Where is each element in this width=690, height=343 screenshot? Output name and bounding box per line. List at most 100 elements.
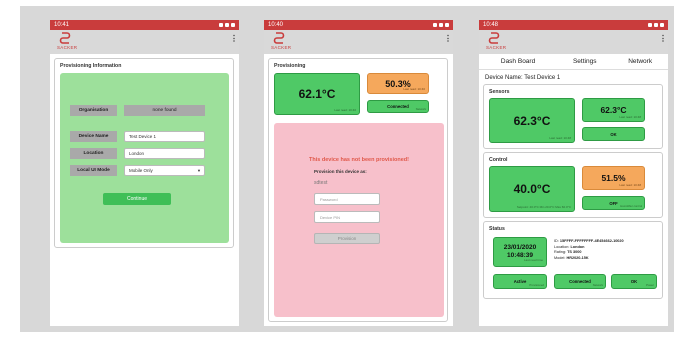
info-id-label: ID: [554,239,559,243]
power-ok-sub: Power [646,283,654,287]
signal-icon [439,23,443,27]
sensors-card: Sensors 62.3°C Last read: 10:48 62.3°C L… [483,84,663,149]
sensors-title: Sensors [489,89,510,95]
logo-icon [59,32,71,44]
ui-mode-label: Local UI Mode [70,165,117,176]
continue-button[interactable]: Continue [103,193,171,205]
device-pin-input[interactable]: Device PIN [314,211,380,223]
brand-logo: SACKER [484,31,506,53]
overflow-menu-icon[interactable]: ⋮ [444,35,452,43]
location-input[interactable]: London [124,148,205,159]
device-name-heading: Device Name: Test Device 1 [485,75,561,81]
control-card: Control 40.0°C Setpoint: 40.0°C Min 20.0… [483,152,663,218]
info-model-label: Model: [554,255,566,260]
brand-logo: SACKER [55,31,77,53]
connected-status: Connected Network [367,100,429,113]
humidity-tile: 50.3% Last read: 10:40 [367,73,429,94]
brand-name: SACKER [486,45,507,50]
control-percent-value: 51.5% [601,173,626,183]
sensor-temperature-sub: Last read: 10:48 [549,136,571,140]
humidity-sub: Last read: 10:40 [403,87,425,91]
sensor-temperature-value: 62.3°C [513,113,551,128]
signal-icon [225,23,229,27]
off-label: OFF [609,200,618,206]
location-label: Location [70,148,117,159]
ui-mode-selected-value: Mobile Only [129,168,153,173]
datetime-sub: Last read time [523,258,543,262]
app-bar: SACKER ⋮ [50,30,239,54]
provision-button[interactable]: Provision [314,233,380,244]
status-bar: 10:48 [479,20,668,30]
tab-network[interactable]: Network [628,58,652,65]
info-location-label: Location: [554,244,570,249]
overflow-menu-icon[interactable]: ⋮ [659,35,667,43]
info-rating-value: TS 3000 [567,250,582,254]
username-value: sdtest [314,180,328,186]
brand-logo: SACKER [269,31,291,53]
app-bar: SACKER ⋮ [479,30,668,54]
signal-icon [654,23,658,27]
phone-screen-provisioning: 10:40 SACKER ⋮ Provisioning 62.1°C Last … [264,20,453,326]
status-bar: 10:40 [264,20,453,30]
active-label: Active [513,279,527,284]
status-bar: 10:41 [50,20,239,30]
overflow-menu-icon[interactable]: ⋮ [230,35,238,43]
temperature-sub: Last read: 10:40 [334,108,356,112]
tab-dashboard[interactable]: Dash Board [495,58,541,65]
phone-screen-dashboard: 10:48 SACKER ⋮ Dash Board Settings Netwo… [479,20,668,326]
connected-sub: Network [592,283,603,287]
device-name-label: Device Name [70,131,117,142]
wifi-icon [648,23,652,27]
battery-icon [231,23,235,27]
phone-screen-provisioning-info: 10:41 SACKER ⋮ Provisioning Information … [50,20,239,326]
datetime-tile: 23/01/2020 10:48:39 Last read time [493,237,547,267]
control-off-toggle[interactable]: OFF Humidifier control [582,196,645,210]
password-input[interactable]: Password [314,193,380,205]
sensor-ok-status: OK [582,127,645,141]
ui-mode-select[interactable]: Mobile Only ▼ [124,165,205,176]
provisioning-form-panel: Organisation none found Device Name Test… [60,73,229,243]
provision-as-label: Provision this device as: [314,169,367,174]
control-percent-sub: Last read: 10:48 [619,183,641,187]
control-temperature-value: 40.0°C [513,182,551,196]
connected-label: Connected [387,104,409,109]
off-sub: Humidifier control [620,204,642,208]
status-time: 10:41 [54,22,70,28]
status-icons [433,23,449,27]
status-icons [648,23,664,27]
power-ok-status: OK Power [611,274,657,289]
provisioning-card: Provisioning 62.1°C Last read: 10:40 50.… [268,58,448,322]
info-model-row: Model: HR2020-15K [554,256,624,262]
status-card: Status 23/01/2020 10:48:39 Last read tim… [483,221,663,299]
connected-sub: Network [415,107,426,111]
screenshot-background: 10:41 SACKER ⋮ Provisioning Information … [20,6,674,332]
brand-name: SACKER [57,45,78,50]
status-title: Status [489,226,505,232]
logo-icon [273,32,285,44]
battery-icon [445,23,449,27]
control-percent-tile: 51.5% Last read: 10:48 [582,166,645,190]
organisation-value: none found [124,105,205,116]
active-sub: Provisioned [529,283,544,287]
chevron-down-icon: ▼ [197,168,201,173]
info-location-value: London [570,244,585,249]
brand-name: SACKER [271,45,292,50]
active-status: Active Provisioned [493,274,547,289]
sensor-small-tile: 62.3°C Last read: 10:48 [582,98,645,122]
control-title: Control [489,157,508,163]
card-title: Provisioning [274,63,306,69]
control-temperature-sub: Setpoint: 40.0°C Min 20.0°C Max 60.0°C [516,205,571,209]
dashboard-tabs: Dash Board Settings Network [479,54,668,70]
connected-label: Connected [569,279,591,284]
wifi-icon [219,23,223,27]
device-name-input[interactable]: Test Device 1 [124,131,205,142]
info-rating-label: Rating: [554,250,567,254]
info-id-value: 15FFFF-FFFFFFFF-4E454662-10020 [559,239,624,243]
tab-settings[interactable]: Settings [573,58,597,65]
power-ok-label: OK [630,279,638,284]
control-temperature-tile: 40.0°C Setpoint: 40.0°C Min 20.0°C Max 6… [489,166,575,212]
organisation-label: Organisation [70,105,117,116]
device-info-block: ID: 15FFFF-FFFFFFFF-4E454662-10020 Locat… [554,239,624,261]
temperature-tile: 62.1°C Last read: 10:40 [274,73,360,115]
info-model-value: HR2020-15K [566,255,589,260]
